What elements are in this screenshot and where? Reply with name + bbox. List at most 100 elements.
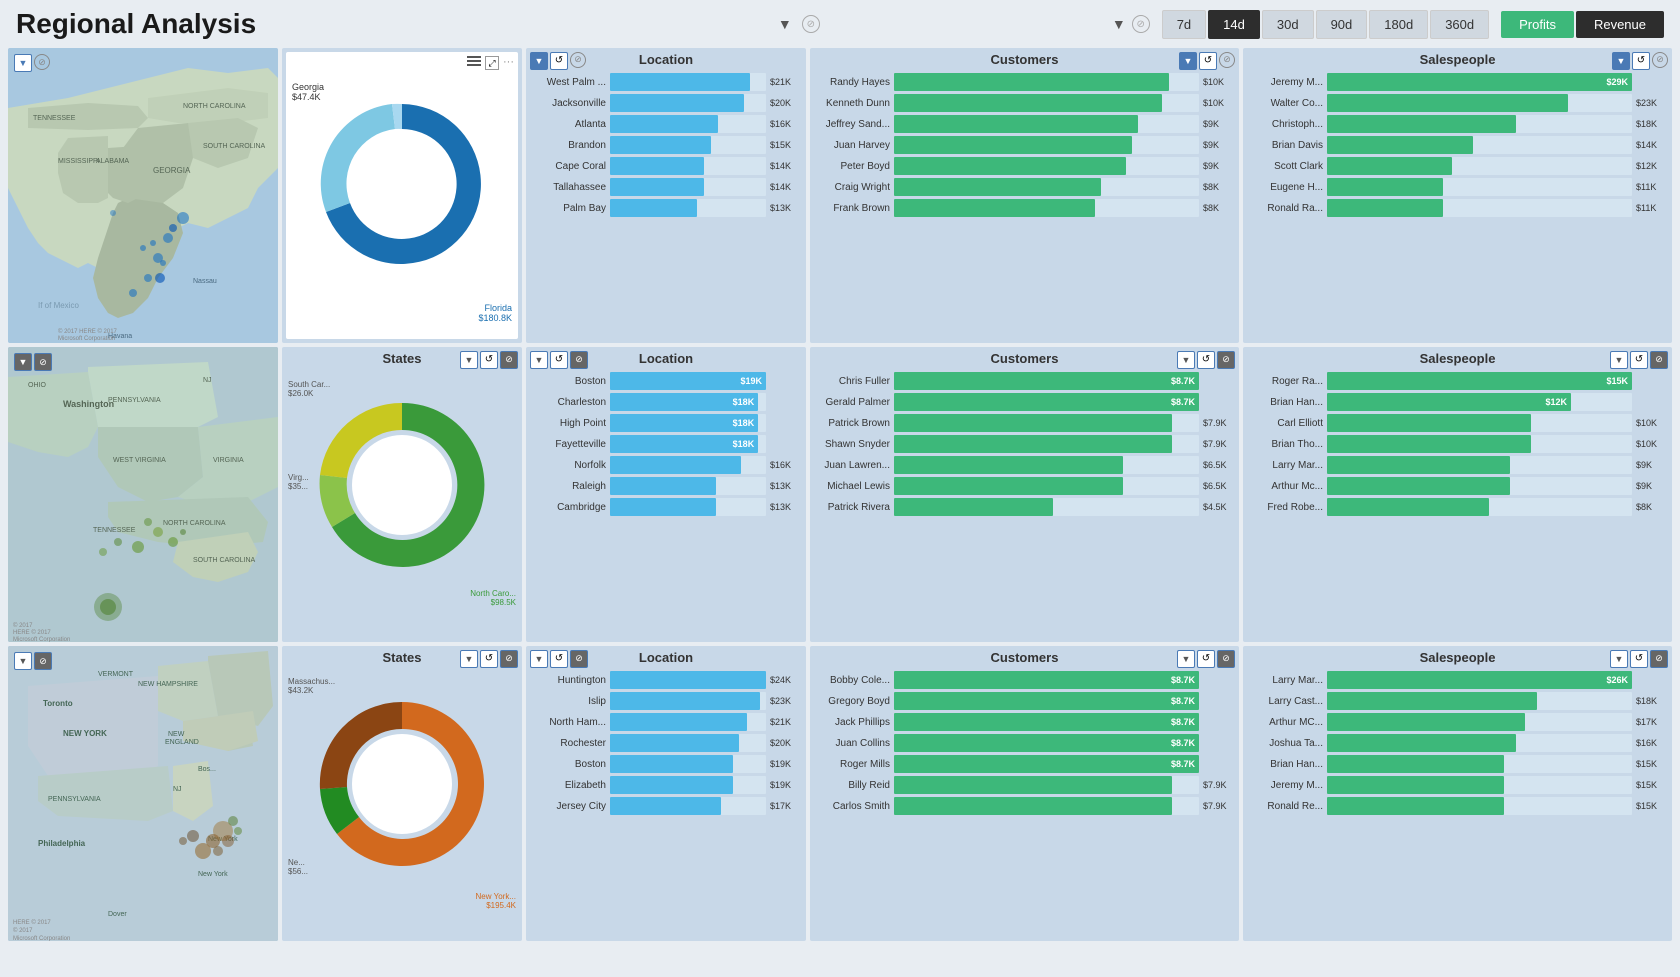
svg-text:Microsoft Corporation: Microsoft Corporation (58, 336, 115, 342)
bar-track (894, 477, 1199, 495)
customers-refresh-btn-2[interactable]: ↺ (1197, 351, 1215, 369)
bar-fill (1327, 776, 1504, 794)
map-filter-btn-2[interactable]: ▼ (14, 353, 32, 371)
time-btn-180d[interactable]: 180d (1369, 10, 1428, 39)
bar-value: $15K (1636, 780, 1664, 790)
bar-track (610, 692, 766, 710)
customers-block-btn-2[interactable]: ⊘ (1217, 351, 1235, 369)
location-filter-btn-1[interactable]: ▼ (530, 52, 548, 70)
states-block-btn-2[interactable]: ⊘ (500, 351, 518, 369)
map-block-btn-3[interactable]: ⊘ (34, 652, 52, 670)
location-panel-2: ▼ ↺ ⊘ Location Boston$19K$19KCharleston$… (526, 347, 806, 642)
salespeople-filter-btn-2[interactable]: ▼ (1610, 351, 1628, 369)
time-btn-30d[interactable]: 30d (1262, 10, 1314, 39)
map-block-btn-2[interactable]: ⊘ (34, 353, 52, 371)
customers-refresh-btn-3[interactable]: ↺ (1197, 650, 1215, 668)
customers-panel-3: Customers ▼ ↺ ⊘ Bobby Cole...$8.7K$8.7KG… (810, 646, 1239, 941)
states-refresh-btn-3[interactable]: ↺ (480, 650, 498, 668)
location-block-btn-1[interactable]: ⊘ (570, 52, 586, 68)
location-refresh-btn-1[interactable]: ↺ (550, 52, 568, 70)
bar-label: Scott Clark (1251, 161, 1323, 172)
location-filter-btn-2[interactable]: ▼ (530, 351, 548, 369)
location-refresh-btn-3[interactable]: ↺ (550, 650, 568, 668)
customers-filter-icons-1: ▼ ↺ ⊘ (1179, 52, 1235, 70)
location-block-btn-3[interactable]: ⊘ (570, 650, 588, 668)
metric-btn-profits[interactable]: Profits (1501, 11, 1574, 38)
svg-text:NEW YORK: NEW YORK (63, 729, 107, 738)
location-filter-btn-3[interactable]: ▼ (530, 650, 548, 668)
salespeople-block-btn-1[interactable]: ⊘ (1652, 52, 1668, 68)
more-btn-1[interactable]: ··· (503, 56, 514, 70)
states-refresh-btn-2[interactable]: ↺ (480, 351, 498, 369)
bar-label: Eugene H... (1251, 182, 1323, 193)
app-container: Regional Analysis ▼ ⊘ ▼ ⊘ 7d 14d 30d 90d… (0, 0, 1680, 945)
svg-text:NEW: NEW (168, 731, 185, 738)
bar-fill (610, 157, 704, 175)
location-title-2: Location (639, 351, 693, 366)
bar-label: Randy Hayes (818, 77, 890, 88)
top-filter-icon2[interactable]: ▼ (1112, 16, 1126, 32)
bar-track (1327, 94, 1632, 112)
top-filter-icon[interactable]: ▼ (774, 13, 796, 35)
states-filter-btn-3[interactable]: ▼ (460, 650, 478, 668)
salespeople-block-btn-2[interactable]: ⊘ (1650, 351, 1668, 369)
header: Regional Analysis ▼ ⊘ ▼ ⊘ 7d 14d 30d 90d… (0, 0, 1680, 44)
salespeople-title-3: Salespeople (1420, 650, 1496, 665)
salespeople-filter-icons-2: ▼ ↺ ⊘ (1610, 351, 1668, 369)
map-filter-btn-3[interactable]: ▼ (14, 652, 32, 670)
salespeople-refresh-btn-2[interactable]: ↺ (1630, 351, 1648, 369)
customers-bars-1: Randy Hayes$10KKenneth Dunn$10KJeffrey S… (814, 71, 1235, 328)
customers-block-btn-1[interactable]: ⊘ (1219, 52, 1235, 68)
map-block-btn-1[interactable]: ⊘ (34, 54, 50, 70)
customers-filter-btn-1[interactable]: ▼ (1179, 52, 1197, 70)
svg-text:Philadelphia: Philadelphia (38, 839, 86, 848)
states-block-btn-3[interactable]: ⊘ (500, 650, 518, 668)
map-filter-btn-1[interactable]: ▼ (14, 54, 32, 72)
top-block-icon2[interactable]: ⊘ (1132, 15, 1150, 33)
salespeople-filter-btn-1[interactable]: ▼ (1612, 52, 1630, 70)
list-item: Craig Wright$8K (818, 178, 1231, 196)
list-item: Boston$19K (534, 755, 798, 773)
bar-value: $24K (770, 675, 798, 685)
bar-fill (894, 797, 1172, 815)
time-btn-7d[interactable]: 7d (1162, 10, 1206, 39)
time-btn-14d[interactable]: 14d (1208, 10, 1260, 39)
salespeople-refresh-btn-1[interactable]: ↺ (1632, 52, 1650, 70)
expand-btn-1[interactable]: ⤢ (485, 56, 499, 70)
time-btn-90d[interactable]: 90d (1316, 10, 1368, 39)
bar-label: Chris Fuller (818, 376, 890, 387)
bar-track (1327, 776, 1632, 794)
customers-block-btn-3[interactable]: ⊘ (1217, 650, 1235, 668)
salespeople-panel-2: Salespeople ▼ ↺ ⊘ Roger Ra...$15K$15KBri… (1243, 347, 1672, 642)
salespeople-filter-btn-3[interactable]: ▼ (1610, 650, 1628, 668)
customers-refresh-btn-1[interactable]: ↺ (1199, 52, 1217, 70)
salespeople-block-btn-3[interactable]: ⊘ (1650, 650, 1668, 668)
bar-fill (610, 94, 744, 112)
customers-filter-btn-3[interactable]: ▼ (1177, 650, 1195, 668)
list-item: Ronald Re...$15K (1251, 797, 1664, 815)
bar-value: $16K (770, 119, 798, 129)
location-panel-1: ▼ ↺ ⊘ Location West Palm ...$21KJacksonv… (526, 48, 806, 343)
customers-filter-icons-3: ▼ ↺ ⊘ (1177, 650, 1235, 668)
list-item: Norfolk$16K (534, 456, 798, 474)
hamburger-btn-1[interactable] (467, 56, 481, 70)
list-item: Arthur Mc...$9K (1251, 477, 1664, 495)
bar-fill: $15K (1327, 372, 1632, 390)
time-btn-360d[interactable]: 360d (1430, 10, 1489, 39)
bar-fill (610, 199, 697, 217)
bar-value: $11K (1636, 203, 1664, 213)
salespeople-filter-icons-1: ▼ ↺ ⊘ (1612, 52, 1668, 70)
bar-label: Cape Coral (534, 161, 606, 172)
customers-filter-btn-2[interactable]: ▼ (1177, 351, 1195, 369)
bar-fill: $8.7K (894, 755, 1199, 773)
salespeople-refresh-btn-3[interactable]: ↺ (1630, 650, 1648, 668)
bar-fill: $26K (1327, 671, 1632, 689)
states-filter-btn-2[interactable]: ▼ (460, 351, 478, 369)
list-item: Joshua Ta...$16K (1251, 734, 1664, 752)
metric-btn-revenue[interactable]: Revenue (1576, 11, 1664, 38)
top-block-icon[interactable]: ⊘ (802, 15, 820, 33)
top-filter-group: ▼ ⊘ (774, 13, 820, 35)
refresh-icon: ↺ (1635, 354, 1643, 365)
location-block-btn-2[interactable]: ⊘ (570, 351, 588, 369)
location-refresh-btn-2[interactable]: ↺ (550, 351, 568, 369)
